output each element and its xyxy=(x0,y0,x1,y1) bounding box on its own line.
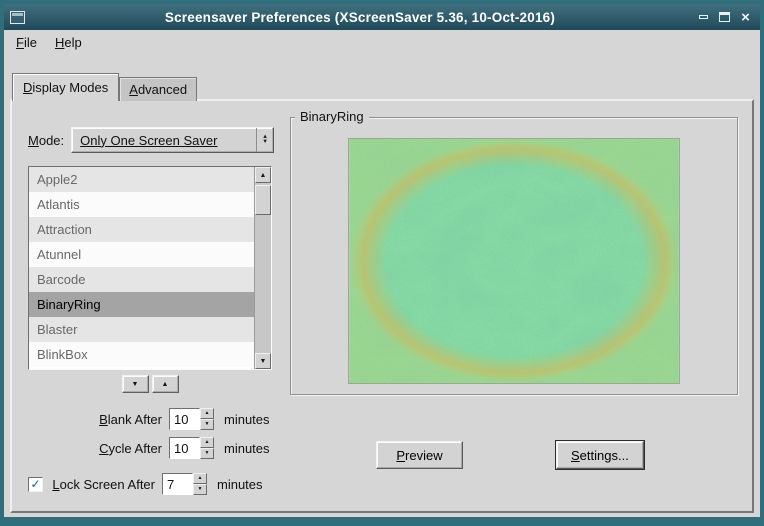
tab-display-modes[interactable]: Display Modes xyxy=(12,73,119,101)
mode-dropdown[interactable]: Only One Screen Saver ▲ ▼ xyxy=(71,127,274,153)
preview-frame: BinaryRing xyxy=(290,117,738,395)
checkmark-icon: ✓ xyxy=(30,478,40,490)
saver-list-item[interactable]: BlinkBox xyxy=(29,342,254,367)
blank-after-steppers: ▲ ▼ xyxy=(200,408,214,430)
preview-holder xyxy=(348,138,680,384)
close-button[interactable]: × xyxy=(737,9,754,26)
arrow-up-icon: ▲ xyxy=(205,411,210,416)
menu-file[interactable]: File xyxy=(7,32,46,53)
move-down-button[interactable]: ▼ xyxy=(122,375,149,393)
lock-after-steppers: ▲ ▼ xyxy=(193,473,207,495)
restore-button[interactable] xyxy=(716,9,733,26)
cycle-after-spinbox: ▲ ▼ xyxy=(169,437,214,459)
blank-after-label: Blank After xyxy=(28,412,162,427)
minutes-label: minutes xyxy=(217,477,263,492)
workarea: Display Modes Advanced Mode: Only One Sc… xyxy=(4,55,760,517)
restore-icon xyxy=(719,12,730,22)
blank-after-input[interactable] xyxy=(169,408,200,430)
cycle-after-row: Cycle After ▲ ▼ minutes xyxy=(28,436,282,460)
display-modes-panel: Mode: Only One Screen Saver ▲ ▼ Apple2 xyxy=(10,99,754,513)
dropdown-arrows-icon: ▲ ▼ xyxy=(256,128,273,152)
window-icon-screen xyxy=(12,13,23,16)
saver-list-item[interactable]: Atlantis xyxy=(29,192,254,217)
timer-settings: Blank After ▲ ▼ minutes Cycl xyxy=(28,407,282,496)
window-title: Screensaver Preferences (XScreenSaver 5.… xyxy=(29,10,691,25)
saver-list-item[interactable]: Blaster xyxy=(29,317,254,342)
saver-list-item[interactable]: Barcode xyxy=(29,267,254,292)
settings-button[interactable]: Settings... xyxy=(556,441,644,469)
preview-frame-title: BinaryRing xyxy=(295,109,369,124)
cycle-after-input[interactable] xyxy=(169,437,200,459)
menubar: File Help xyxy=(4,30,760,55)
saver-list-item[interactable]: Attraction xyxy=(29,217,254,242)
blank-after-step-up[interactable]: ▲ xyxy=(200,408,214,419)
minutes-label: minutes xyxy=(224,412,270,427)
cycle-after-step-down[interactable]: ▼ xyxy=(200,448,214,459)
minimize-icon xyxy=(699,15,708,19)
saver-list-item[interactable]: Apple2 xyxy=(29,167,254,192)
screensaver-listbox: Apple2 Atlantis Attraction Atunnel Barco… xyxy=(28,166,272,370)
lock-after-step-up[interactable]: ▲ xyxy=(193,473,207,484)
left-column: Mode: Only One Screen Saver ▲ ▼ Apple2 xyxy=(12,101,282,511)
menu-help[interactable]: Help xyxy=(46,32,91,53)
lock-after-step-down[interactable]: ▼ xyxy=(193,484,207,495)
arrow-up-icon: ▲ xyxy=(260,172,267,179)
arrow-up-icon: ▲ xyxy=(162,381,169,388)
scroll-up-button[interactable]: ▲ xyxy=(255,167,271,183)
list-scrollbar[interactable]: ▲ ▼ xyxy=(254,167,271,369)
scroll-down-button[interactable]: ▼ xyxy=(255,353,271,369)
saver-list-item[interactable]: Atunnel xyxy=(29,242,254,267)
titlebar[interactable]: Screensaver Preferences (XScreenSaver 5.… xyxy=(4,4,760,30)
arrow-down-icon: ▼ xyxy=(205,422,210,427)
arrow-down-icon: ▼ xyxy=(262,140,268,145)
minimize-button[interactable] xyxy=(695,9,712,26)
blank-after-row: Blank After ▲ ▼ minutes xyxy=(28,407,282,431)
lock-after-row: ✓ Lock Screen After ▲ ▼ minutes xyxy=(28,472,282,496)
tab-bar: Display Modes Advanced xyxy=(12,73,197,101)
lock-after-label: Lock Screen After xyxy=(49,477,155,492)
saver-list-item[interactable]: BinaryRing xyxy=(29,292,254,317)
tab-advanced[interactable]: Advanced xyxy=(119,77,197,101)
blank-after-step-down[interactable]: ▼ xyxy=(200,419,214,430)
binaryring-preview-image xyxy=(348,138,680,384)
arrow-down-icon: ▼ xyxy=(205,451,210,456)
cycle-after-step-up[interactable]: ▲ xyxy=(200,437,214,448)
mode-row: Mode: Only One Screen Saver ▲ ▼ xyxy=(28,127,282,153)
arrow-up-icon: ▲ xyxy=(198,476,203,481)
blank-after-spinbox: ▲ ▼ xyxy=(169,408,214,430)
lock-checkbox[interactable]: ✓ xyxy=(28,477,43,492)
screensaver-list: Apple2 Atlantis Attraction Atunnel Barco… xyxy=(29,167,254,369)
lock-after-spinbox: ▲ ▼ xyxy=(162,473,207,495)
mode-label: Mode: xyxy=(28,133,64,148)
window-frame: Screensaver Preferences (XScreenSaver 5.… xyxy=(0,0,764,526)
preview-button[interactable]: Preview xyxy=(376,441,463,469)
window: Screensaver Preferences (XScreenSaver 5.… xyxy=(4,4,760,517)
mode-dropdown-value: Only One Screen Saver xyxy=(72,133,256,148)
arrow-down-icon: ▼ xyxy=(260,358,267,365)
right-column: BinaryRing xyxy=(282,101,752,511)
cycle-after-steppers: ▲ ▼ xyxy=(200,437,214,459)
window-icon[interactable] xyxy=(10,11,25,24)
arrow-down-icon: ▼ xyxy=(132,381,139,388)
move-up-button[interactable]: ▲ xyxy=(152,375,179,393)
cycle-after-label: Cycle After xyxy=(28,441,162,456)
close-icon: × xyxy=(741,10,750,25)
list-reorder-buttons: ▼ ▲ xyxy=(28,375,272,393)
action-buttons: Preview Settings... xyxy=(290,441,738,469)
scrollbar-thumb[interactable] xyxy=(255,185,271,215)
scrollbar-track[interactable] xyxy=(255,183,271,353)
minutes-label: minutes xyxy=(224,441,270,456)
arrow-up-icon: ▲ xyxy=(205,440,210,445)
lock-after-input[interactable] xyxy=(162,473,193,495)
arrow-down-icon: ▼ xyxy=(198,487,203,492)
